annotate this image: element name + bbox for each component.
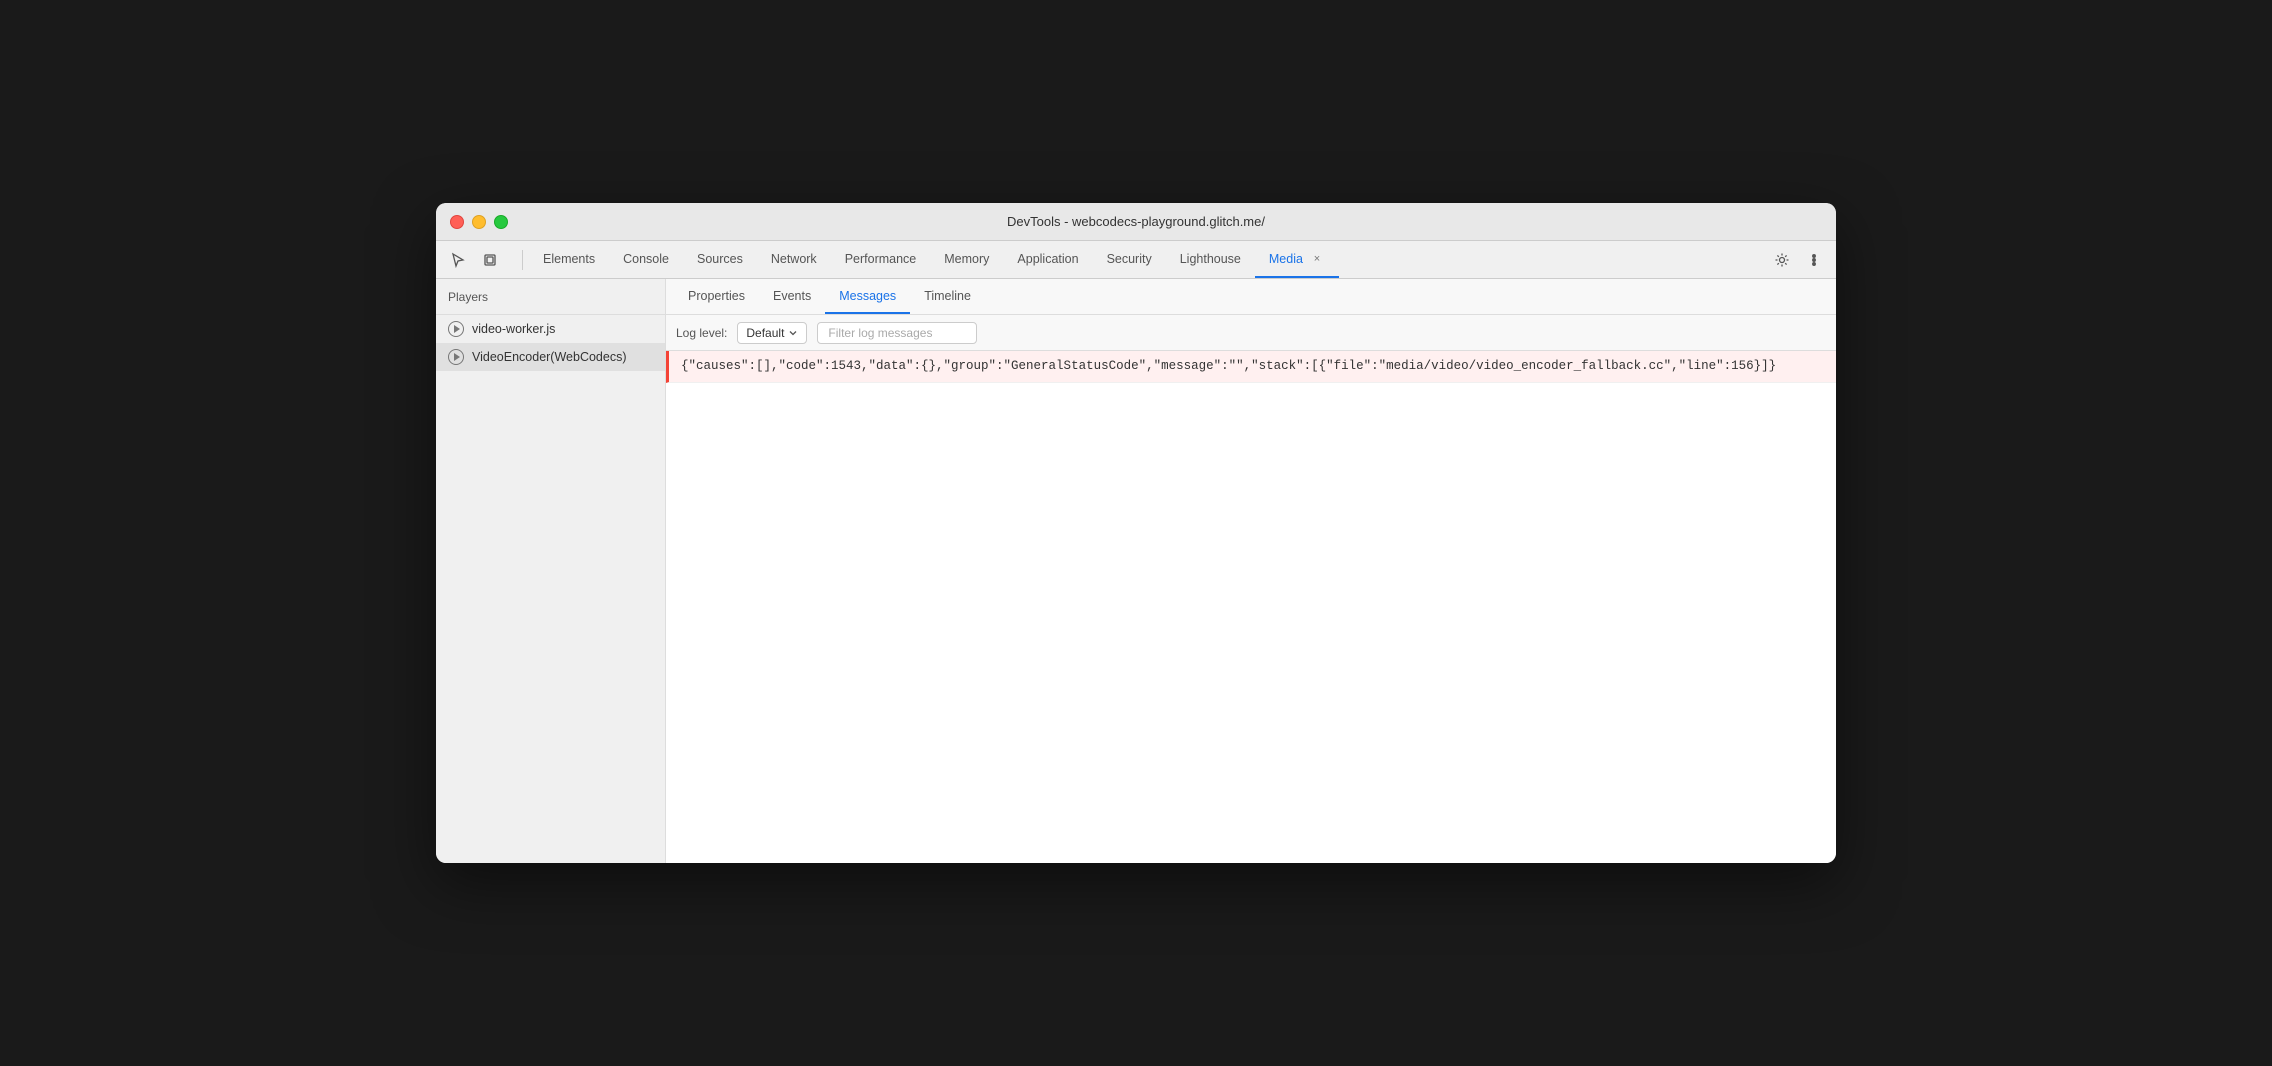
- maximize-button[interactable]: [494, 215, 508, 229]
- tab-performance[interactable]: Performance: [831, 241, 931, 278]
- message-text: {"causes":[],"code":1543,"data":{},"grou…: [681, 359, 1776, 373]
- settings-icon[interactable]: [1768, 246, 1796, 274]
- layers-icon[interactable]: [476, 246, 504, 274]
- content-tab-events[interactable]: Events: [759, 279, 825, 314]
- log-level-value: Default: [746, 326, 784, 340]
- tab-console[interactable]: Console: [609, 241, 683, 278]
- content-tab-messages[interactable]: Messages: [825, 279, 910, 314]
- play-icon-video-worker: [448, 321, 464, 337]
- nav-tabs: Elements Console Sources Network Perform…: [529, 241, 1768, 278]
- minimize-button[interactable]: [472, 215, 486, 229]
- chevron-down-icon: [788, 328, 798, 338]
- tab-network[interactable]: Network: [757, 241, 831, 278]
- tab-elements[interactable]: Elements: [529, 241, 609, 278]
- sidebar-item-label-video-worker: video-worker.js: [472, 322, 555, 336]
- main-area: Players video-worker.js VideoEncoder(Web…: [436, 279, 1836, 863]
- play-icon-video-encoder: [448, 349, 464, 365]
- tab-sources[interactable]: Sources: [683, 241, 757, 278]
- tab-memory[interactable]: Memory: [930, 241, 1003, 278]
- filter-bar: Log level: Default: [666, 315, 1836, 351]
- tab-media[interactable]: Media ×: [1255, 241, 1339, 278]
- more-svg: [1806, 252, 1822, 268]
- content-tabs: Properties Events Messages Timeline: [666, 279, 1836, 315]
- messages-area: {"causes":[],"code":1543,"data":{},"grou…: [666, 351, 1836, 863]
- devtools-window: DevTools - webcodecs-playground.glitch.m…: [436, 203, 1836, 863]
- sidebar-header: Players: [436, 279, 665, 315]
- cursor-svg: [450, 252, 466, 268]
- tab-lighthouse[interactable]: Lighthouse: [1166, 241, 1255, 278]
- title-bar: DevTools - webcodecs-playground.glitch.m…: [436, 203, 1836, 241]
- close-button[interactable]: [450, 215, 464, 229]
- sidebar-item-label-video-encoder: VideoEncoder(WebCodecs): [472, 350, 627, 364]
- sidebar: Players video-worker.js VideoEncoder(Web…: [436, 279, 666, 863]
- more-icon[interactable]: [1800, 246, 1828, 274]
- content-area: Properties Events Messages Timeline Log …: [666, 279, 1836, 863]
- content-tab-properties[interactable]: Properties: [674, 279, 759, 314]
- sidebar-item-video-worker[interactable]: video-worker.js: [436, 315, 665, 343]
- tab-close-media[interactable]: ×: [1309, 251, 1325, 267]
- toolbar-divider: [522, 250, 523, 270]
- toolbar-left-icons: [444, 246, 504, 274]
- log-level-dropdown[interactable]: Default: [737, 322, 807, 344]
- content-tab-timeline[interactable]: Timeline: [910, 279, 985, 314]
- cursor-icon[interactable]: [444, 246, 472, 274]
- toolbar-right: [1768, 246, 1828, 274]
- message-row: {"causes":[],"code":1543,"data":{},"grou…: [666, 351, 1836, 383]
- layers-svg: [482, 252, 498, 268]
- toolbar: Elements Console Sources Network Perform…: [436, 241, 1836, 279]
- settings-svg: [1774, 252, 1790, 268]
- filter-log-input[interactable]: [817, 322, 977, 344]
- tab-application[interactable]: Application: [1003, 241, 1092, 278]
- sidebar-item-video-encoder[interactable]: VideoEncoder(WebCodecs): [436, 343, 665, 371]
- log-level-label: Log level:: [676, 326, 727, 340]
- traffic-lights: [450, 215, 508, 229]
- tab-security[interactable]: Security: [1093, 241, 1166, 278]
- window-title: DevTools - webcodecs-playground.glitch.m…: [1007, 214, 1265, 229]
